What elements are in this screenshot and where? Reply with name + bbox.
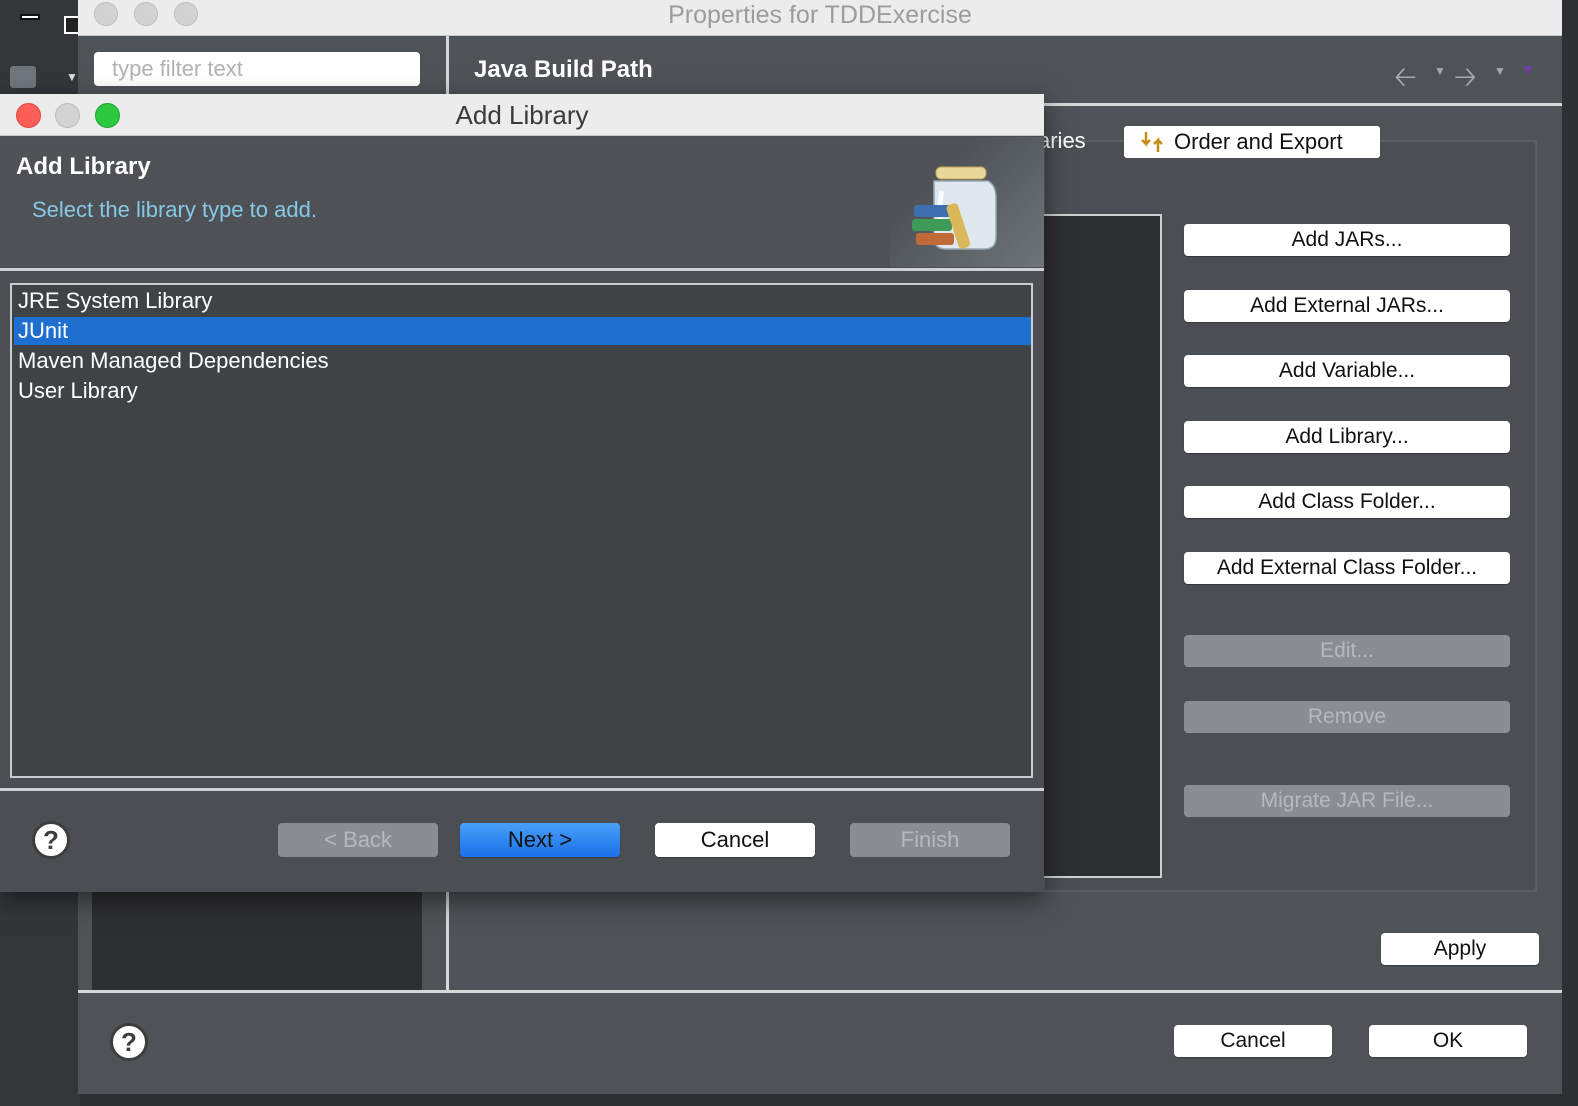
minimize-icon[interactable] [20,14,40,20]
window-title: Properties for TDDExercise [668,1,972,29]
view-menu-icon[interactable]: ▼ [1520,62,1536,80]
back-history-dropdown-icon[interactable]: ▼ [1434,64,1446,78]
tab-label: Order and Export [1174,129,1343,154]
chevron-down-icon[interactable]: ▼ [66,70,78,84]
library-type-list[interactable]: JRE System Library JUnit Maven Managed D… [10,283,1033,778]
divider [0,788,1044,791]
finish-button[interactable]: Finish [850,823,1010,857]
order-export-icon [1141,132,1163,152]
add-variable-button[interactable]: Add Variable... [1184,355,1510,387]
help-icon[interactable]: ? [110,1023,148,1061]
dialog-titlebar: Add Library [0,94,1044,136]
cancel-button[interactable]: Cancel [655,823,815,857]
add-library-dialog: Add Library Add Library Select the libra… [0,94,1044,892]
add-external-jars-button[interactable]: Add External JARs... [1184,290,1510,322]
dialog-subtitle: Select the library type to add. [32,197,317,222]
ok-button[interactable]: OK [1369,1025,1527,1057]
help-icon[interactable]: ? [32,821,70,859]
filter-input[interactable]: type filter text [94,52,420,86]
dialog-title: Add Library [455,100,589,130]
back-button[interactable]: < Back [278,823,438,857]
next-button[interactable]: Next > [460,823,620,857]
properties-tree[interactable] [92,880,422,990]
dialog-heading: Add Library [16,153,151,180]
back-arrow-icon[interactable]: 🡠 [1394,56,1417,104]
add-class-folder-button[interactable]: Add Class Folder... [1184,486,1510,518]
list-item-junit[interactable]: JUnit [14,317,1031,345]
divider [0,268,1044,271]
list-item-maven-managed-dependencies[interactable]: Maven Managed Dependencies [14,347,1031,375]
forward-arrow-icon[interactable]: 🡢 [1454,56,1477,104]
apply-button[interactable]: Apply [1381,933,1539,965]
add-jars-button[interactable]: Add JARs... [1184,224,1510,256]
properties-titlebar: Properties for TDDExercise [78,0,1562,36]
forward-history-dropdown-icon[interactable]: ▼ [1494,64,1506,78]
library-jar-icon [912,166,997,250]
tab-libraries[interactable]: aries [1038,128,1086,154]
page-title: Java Build Path [474,56,653,83]
folder-icon[interactable] [10,66,36,88]
edit-button[interactable]: Edit... [1184,635,1510,667]
remove-button[interactable]: Remove [1184,701,1510,733]
add-library-button[interactable]: Add Library... [1184,421,1510,453]
tab-order-and-export[interactable]: Order and Export [1124,126,1380,158]
divider [78,990,1562,993]
build-path-entries-list[interactable] [1038,214,1162,878]
dialog-header: Add Library Select the library type to a… [0,137,1044,267]
add-external-class-folder-button[interactable]: Add External Class Folder... [1184,552,1510,584]
migrate-jar-button[interactable]: Migrate JAR File... [1184,785,1510,817]
list-item-jre-system-library[interactable]: JRE System Library [14,287,1031,315]
list-item-user-library[interactable]: User Library [14,377,1031,405]
cancel-button[interactable]: Cancel [1174,1025,1332,1057]
